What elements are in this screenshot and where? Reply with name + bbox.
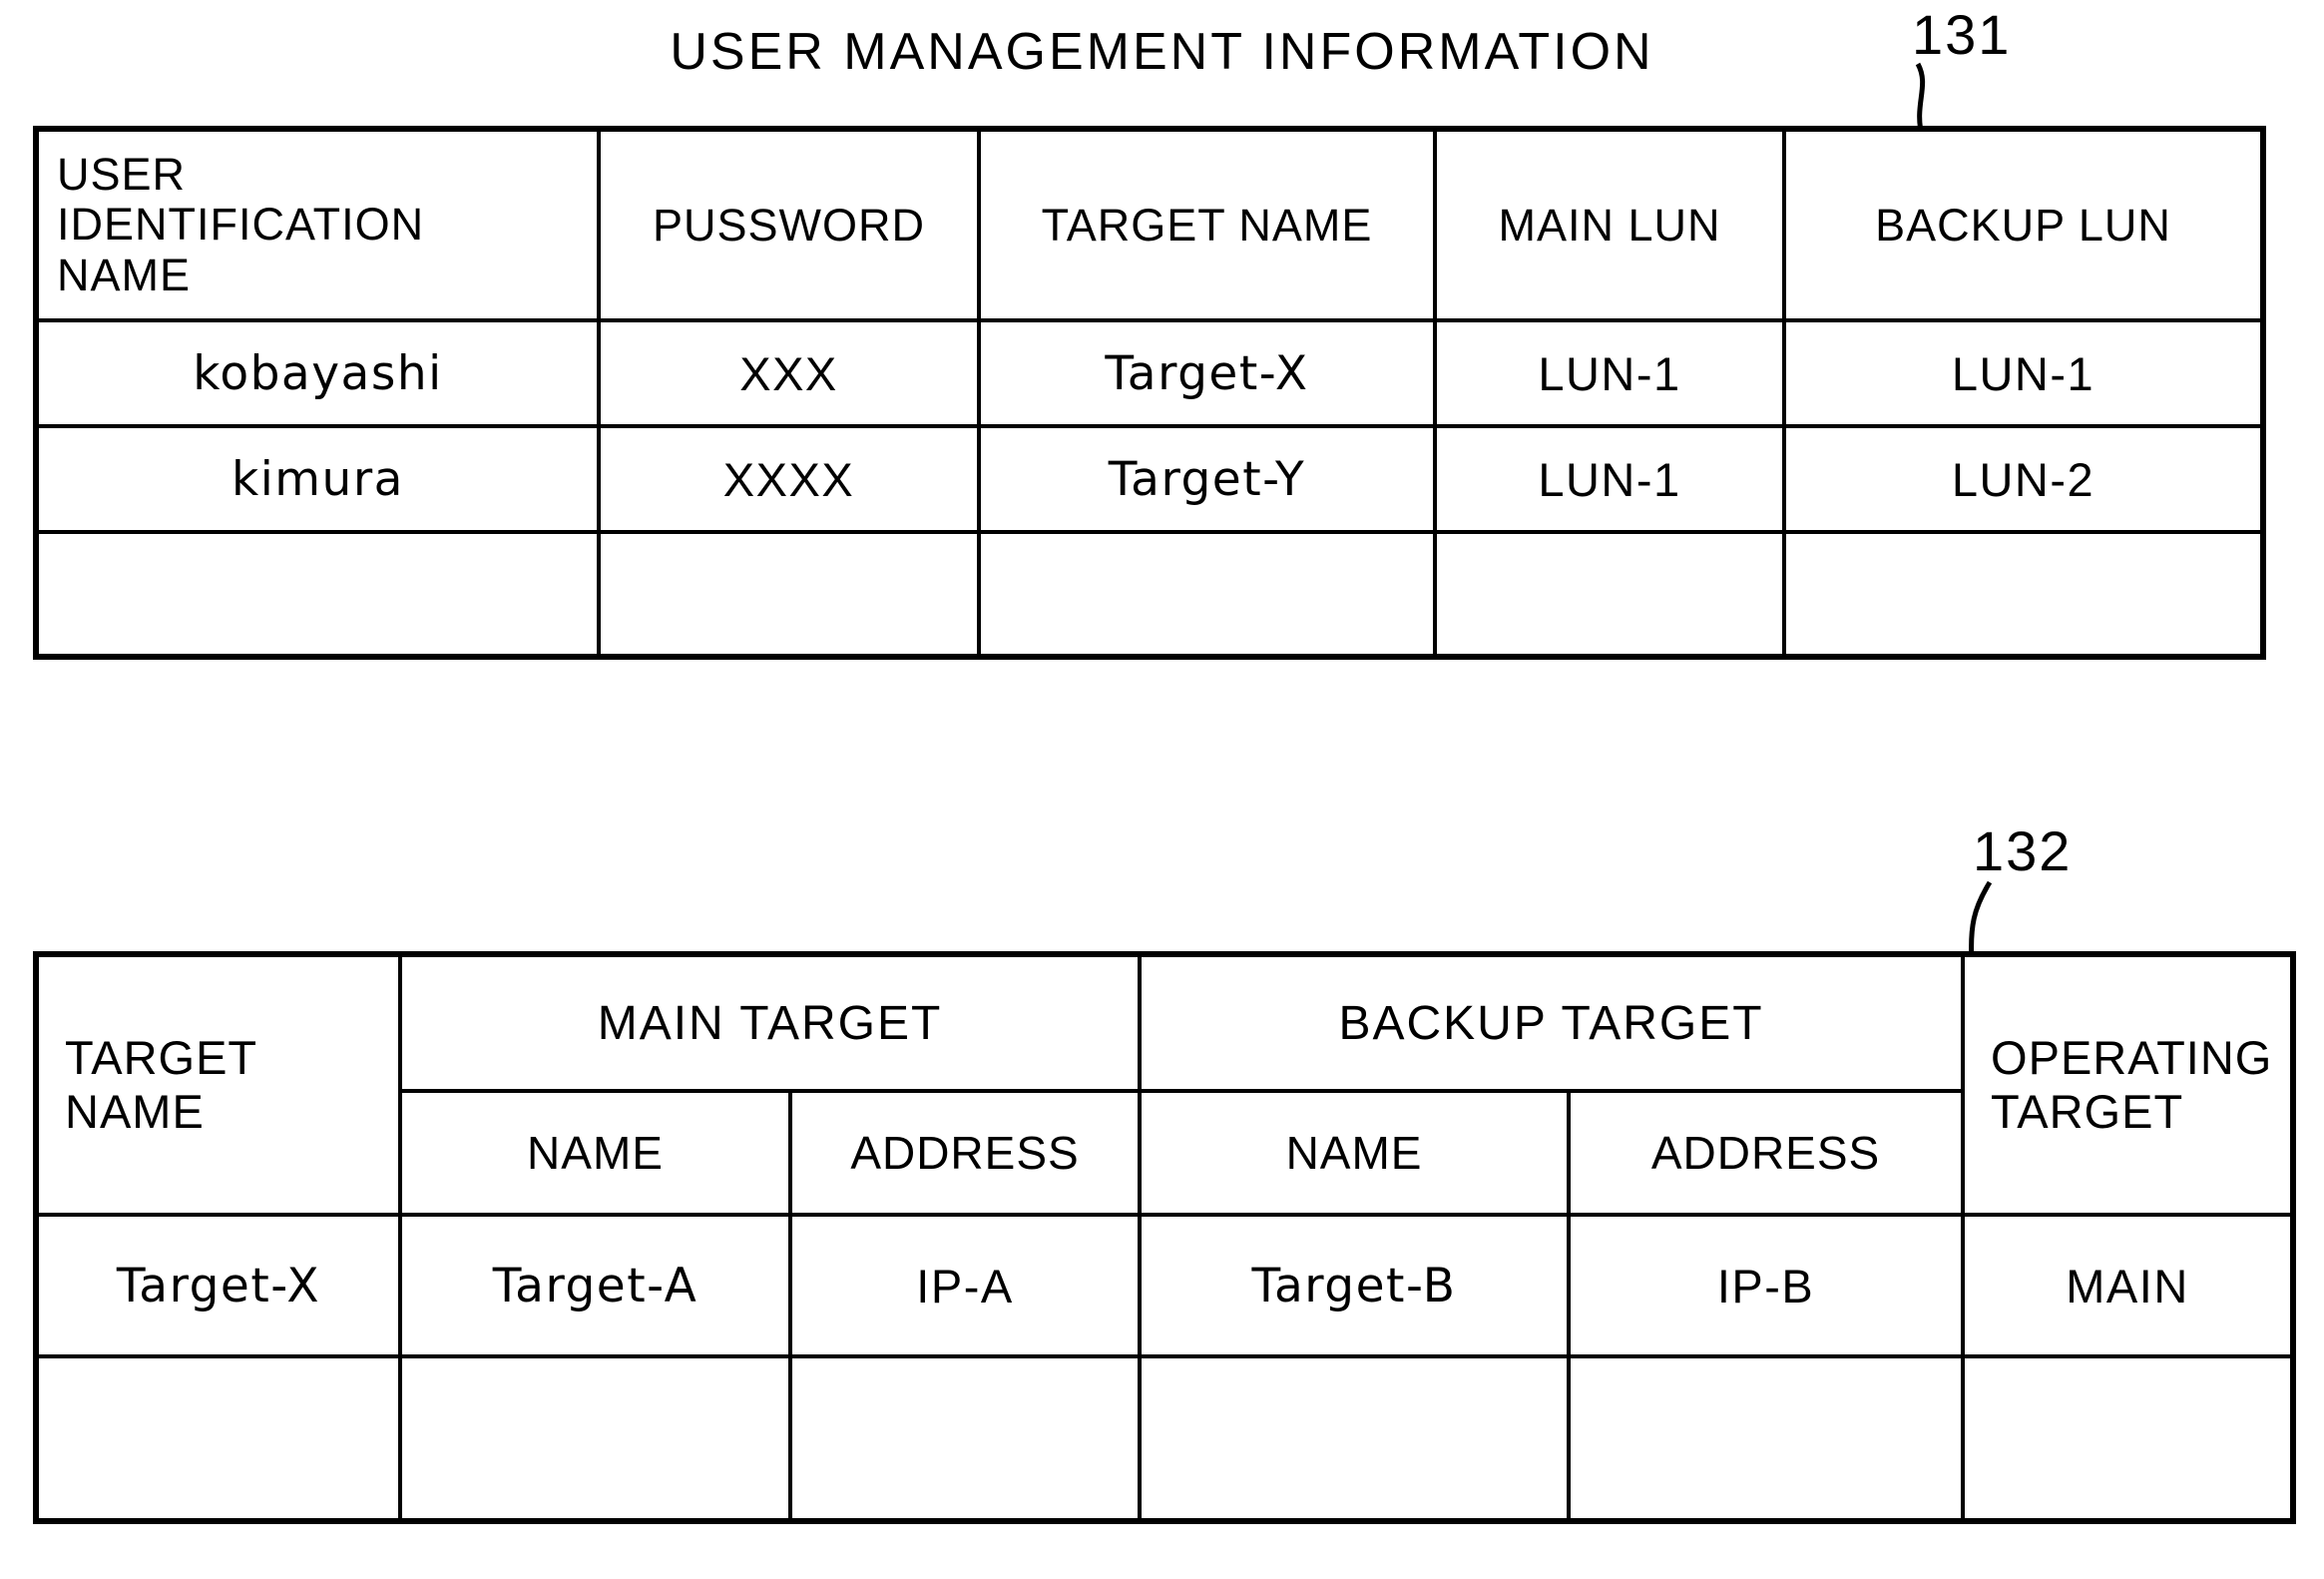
cell-main-lun: LUN-1 <box>1433 318 1786 428</box>
table-row: kobayashi XXX Target-X LUN-1 LUN-1 <box>34 318 2265 428</box>
table-header-group-row: TARGET NAME MAIN TARGET BACKUP TARGET OP… <box>34 952 2296 1217</box>
header-user-identification-name: USER IDENTIFICATION NAME <box>34 127 601 322</box>
cell-backup-lun: LUN-2 <box>1782 424 2265 534</box>
cell-operating-target <box>1961 1354 2296 1523</box>
header-backup-target-address: ADDRESS <box>1567 1089 1966 1217</box>
cell-pussword: XXXX <box>597 424 981 534</box>
reference-numeral-132: 132 <box>1973 819 2073 882</box>
cell-user-identification-name: kobayashi <box>34 318 601 428</box>
table-row: kimura XXXX Target-Y LUN-1 LUN-2 <box>34 424 2265 534</box>
header-main-lun: MAIN LUN <box>1433 127 1786 322</box>
cell-target-name: Target-X <box>34 1213 402 1358</box>
cell-pussword <box>597 530 981 659</box>
cell-main-target-address <box>787 1354 1143 1523</box>
cell-target-name: Target-X <box>977 318 1437 428</box>
cell-backup-lun: LUN-1 <box>1782 318 2265 428</box>
header-operating-target: OPERATING TARGET <box>1961 952 2296 1217</box>
header-main-target-name: NAME <box>398 1089 792 1217</box>
cell-main-target-name <box>398 1354 792 1523</box>
header-target-name: TARGET NAME <box>977 127 1437 322</box>
reference-numeral-131: 131 <box>1912 3 2012 66</box>
header-backup-target-name: NAME <box>1138 1089 1572 1217</box>
table-header-row: USER IDENTIFICATION NAME PUSSWORD TARGET… <box>34 127 2265 322</box>
cell-operating-target: MAIN <box>1961 1213 2296 1358</box>
cell-target-name <box>977 530 1437 659</box>
cell-backup-target-address <box>1567 1354 1966 1523</box>
cell-target-name: Target-Y <box>977 424 1437 534</box>
cell-backup-lun <box>1782 530 2265 659</box>
target-management-table: TARGET NAME MAIN TARGET BACKUP TARGET OP… <box>33 951 2297 1524</box>
header-backup-target: BACKUP TARGET <box>1138 952 1966 1093</box>
cell-backup-target-address: IP-B <box>1567 1213 1966 1358</box>
table-row-empty <box>34 530 2265 659</box>
cell-backup-target-name: Target-B <box>1138 1213 1572 1358</box>
cell-pussword: XXX <box>597 318 981 428</box>
cell-main-target-name: Target-A <box>398 1213 792 1358</box>
cell-user-identification-name <box>34 530 601 659</box>
cell-main-lun <box>1433 530 1786 659</box>
header-pussword: PUSSWORD <box>597 127 981 322</box>
header-target-name: TARGET NAME <box>34 952 402 1217</box>
header-backup-lun: BACKUP LUN <box>1782 127 2265 322</box>
cell-backup-target-name <box>1138 1354 1572 1523</box>
table-row: Target-X Target-A IP-A Target-B IP-B MAI… <box>34 1213 2296 1358</box>
table-row-empty <box>34 1354 2296 1523</box>
cell-main-target-address: IP-A <box>787 1213 1143 1358</box>
cell-user-identification-name: kimura <box>34 424 601 534</box>
cell-main-lun: LUN-1 <box>1433 424 1786 534</box>
cell-target-name <box>34 1354 402 1523</box>
patent-figure: USER MANAGEMENT INFORMATION 131 132 USER… <box>0 0 2324 1579</box>
header-main-target-address: ADDRESS <box>787 1089 1143 1217</box>
user-management-information-table: USER IDENTIFICATION NAME PUSSWORD TARGET… <box>33 126 2266 660</box>
header-main-target: MAIN TARGET <box>397 952 1143 1093</box>
